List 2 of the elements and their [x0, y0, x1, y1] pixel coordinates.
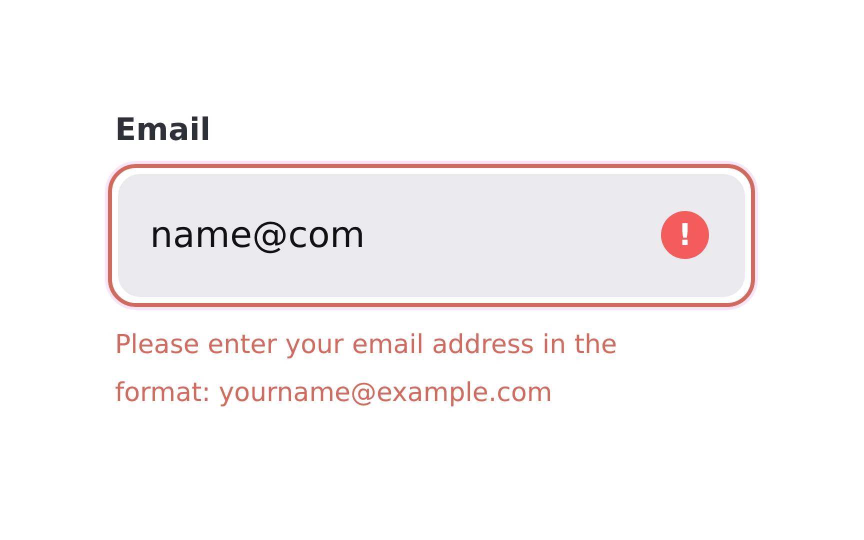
field-label: Email	[115, 111, 212, 150]
error-message: Please enter your email address in the format: yourname@example.com	[115, 329, 618, 410]
